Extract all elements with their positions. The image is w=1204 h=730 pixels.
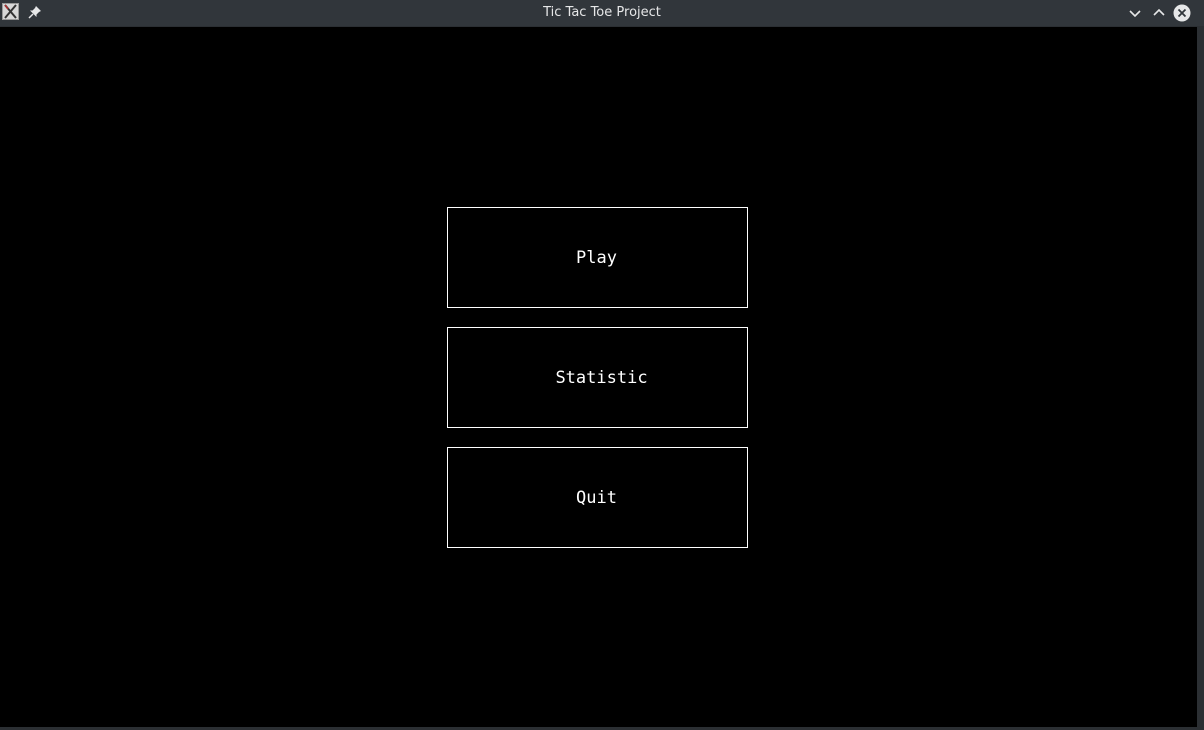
statistic-button[interactable]: Statistic — [447, 327, 748, 428]
close-icon[interactable] — [1173, 4, 1191, 22]
play-button[interactable]: Play — [447, 207, 748, 308]
pin-icon[interactable] — [28, 5, 42, 19]
window-title: Tic Tac Toe Project — [543, 5, 661, 20]
window-border-right — [1197, 27, 1204, 730]
play-button-label: Play — [576, 247, 617, 268]
title-bar[interactable]: Tic Tac Toe Project — [0, 0, 1204, 26]
chevron-up-icon[interactable] — [1150, 4, 1168, 22]
statistic-button-label: Statistic — [555, 367, 648, 388]
game-menu-canvas: Play Statistic Quit — [0, 27, 1197, 727]
quit-button[interactable]: Quit — [447, 447, 748, 548]
x11-app-icon[interactable] — [2, 3, 19, 20]
chevron-down-icon[interactable] — [1126, 4, 1144, 22]
app-window: Tic Tac Toe Project Play Statistic Quit — [0, 0, 1204, 730]
quit-button-label: Quit — [576, 487, 617, 508]
